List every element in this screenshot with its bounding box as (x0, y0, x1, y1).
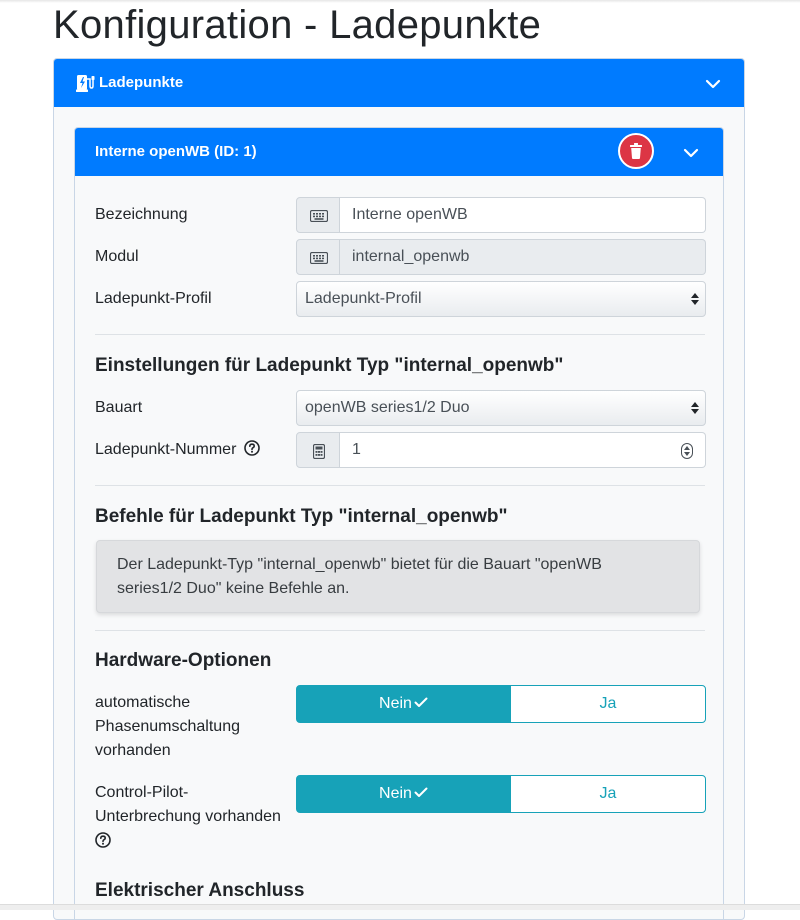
number-label-text: Ladepunkt-Nummer (95, 441, 237, 458)
question-circle-icon[interactable] (244, 440, 260, 457)
question-circle-icon[interactable] (95, 832, 111, 848)
module-label: Modul (95, 248, 139, 265)
divider (95, 485, 705, 486)
keyboard-icon (310, 210, 328, 222)
cp-interruption-label-line2: Unterbrechung vorhanden (95, 808, 281, 825)
profile-select-value: Ladepunkt-Profil (305, 290, 422, 307)
profile-select[interactable]: Ladepunkt-Profil (296, 281, 706, 317)
name-input-group: Interne openWB (296, 197, 706, 233)
check-icon (414, 697, 428, 707)
keyboard-icon (310, 252, 328, 264)
charging-station-icon (76, 75, 95, 92)
cp-interruption-label-line1: Control-Pilot- (95, 784, 189, 801)
commands-info-line1: Der Ladepunkt-Typ "internal_openwb" biet… (117, 556, 602, 573)
commands-info-line2: series1/2 Duo" keine Befehle an. (117, 580, 350, 597)
commands-info-alert: Der Ladepunkt-Typ "internal_openwb" biet… (96, 540, 700, 613)
page-title: Konfiguration - Ladepunkte (53, 3, 542, 47)
phase-switch-label-line3: vorhanden (95, 742, 171, 759)
cp-interruption-no-label: Nein (379, 785, 412, 802)
electrical-heading: Elektrischer Anschluss (95, 880, 305, 901)
cp-interruption-label: Control-Pilot- Unterbrechung vorhanden (95, 781, 281, 856)
number-input-group: 1 (296, 432, 706, 468)
number-input-value: 1 (352, 441, 361, 458)
module-input-readonly: internal_openwb (340, 239, 706, 275)
phase-switch-yes-button[interactable]: Ja (510, 685, 706, 723)
check-icon (414, 787, 428, 797)
calculator-icon (313, 444, 325, 459)
bottom-scroll-edge (0, 904, 800, 910)
chargepoint-card-header[interactable]: Interne openWB (ID: 1) (75, 128, 723, 176)
cp-interruption-help (95, 829, 281, 856)
chargepoints-card-title: Ladepunkte (99, 74, 184, 91)
select-arrows-icon (691, 402, 699, 414)
hardware-heading: Hardware-Optionen (95, 650, 272, 671)
chargepoint-card-title: Interne openWB (ID: 1) (95, 143, 257, 160)
delete-chargepoint-button[interactable] (618, 133, 654, 169)
number-label: Ladepunkt-Nummer (95, 438, 260, 462)
type-label: Bauart (95, 399, 143, 416)
chargepoints-card: Ladepunkte Interne openWB (ID: 1) Bezeic… (53, 58, 745, 920)
commands-heading: Befehle für Ladepunkt Typ "internal_open… (95, 506, 508, 527)
trash-icon (630, 143, 642, 159)
name-input[interactable]: Interne openWB (340, 197, 706, 233)
module-input-group: internal_openwb (296, 239, 706, 275)
settings-heading: Einstellungen für Ladepunkt Typ "interna… (95, 355, 564, 376)
chargepoint-card: Interne openWB (ID: 1) Bezeichnung Inter… (74, 127, 724, 919)
phase-switch-label-line2: Phasenumschaltung (95, 718, 240, 735)
calculator-icon-addon (296, 432, 340, 468)
select-arrows-icon (691, 293, 699, 305)
phase-switch-label: automatische Phasenumschaltung vorhanden (95, 691, 240, 763)
divider (95, 334, 705, 335)
spinner-arrows-icon[interactable] (681, 443, 693, 459)
chevron-down-icon[interactable] (705, 79, 721, 89)
number-input[interactable]: 1 (340, 432, 706, 468)
phase-switch-label-line1: automatische (95, 694, 191, 711)
type-select-value: openWB series1/2 Duo (305, 399, 470, 416)
cp-interruption-toggle: Nein Ja (296, 775, 706, 813)
profile-label: Ladepunkt-Profil (95, 290, 212, 307)
type-select[interactable]: openWB series1/2 Duo (296, 390, 706, 426)
divider (95, 630, 705, 631)
cp-interruption-yes-button[interactable]: Ja (510, 775, 706, 813)
chevron-down-icon[interactable] (683, 148, 699, 158)
cp-interruption-no-button[interactable]: Nein (296, 775, 511, 813)
phase-switch-no-label: Nein (379, 695, 412, 712)
phase-switch-toggle: Nein Ja (296, 685, 706, 723)
name-label: Bezeichnung (95, 206, 188, 223)
keyboard-icon-addon (296, 197, 340, 233)
phase-switch-no-button[interactable]: Nein (296, 685, 511, 723)
keyboard-icon-addon (296, 239, 340, 275)
chargepoints-card-header[interactable]: Ladepunkte (54, 59, 744, 107)
